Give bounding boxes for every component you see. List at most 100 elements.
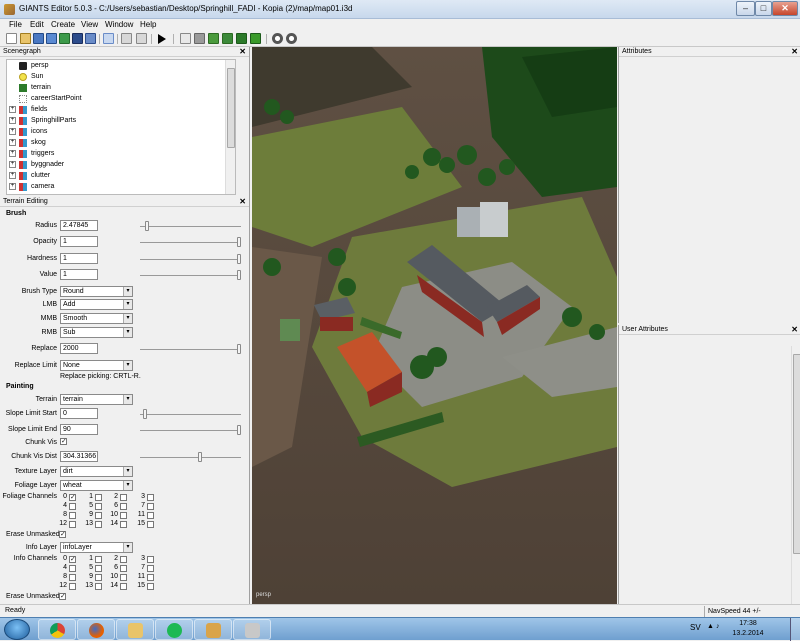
- user-attributes-scrollbar[interactable]: [791, 346, 800, 610]
- foliage-channel-4-checkbox[interactable]: [69, 503, 76, 510]
- floppy-icon[interactable]: [72, 33, 83, 44]
- foliage-channel-2-checkbox[interactable]: [120, 494, 127, 501]
- info-channel-13-checkbox[interactable]: [95, 583, 102, 590]
- expand-icon[interactable]: +: [9, 161, 16, 168]
- value-slider-handle[interactable]: [237, 270, 241, 280]
- menu-edit[interactable]: Edit: [30, 20, 44, 29]
- opacity-slider-handle[interactable]: [237, 237, 241, 247]
- slope-limit-end-input[interactable]: 90: [60, 424, 98, 435]
- hardness-slider-handle[interactable]: [237, 254, 241, 264]
- mmb-select[interactable]: Smooth ▾: [60, 313, 133, 324]
- info-channel-2-checkbox[interactable]: [120, 556, 127, 563]
- taskbar-giants-editor[interactable]: [233, 619, 271, 640]
- slope-limit-start-input[interactable]: 0: [60, 408, 98, 419]
- close-panel-icon[interactable]: ✕: [791, 47, 798, 57]
- brush-type-select[interactable]: Round ▾: [60, 286, 133, 297]
- save-icon[interactable]: [33, 33, 44, 44]
- opacity-input[interactable]: 1: [60, 236, 98, 247]
- expand-icon[interactable]: +: [9, 128, 16, 135]
- foliage-channel-11-checkbox[interactable]: [147, 512, 154, 519]
- menu-create[interactable]: Create: [51, 20, 75, 29]
- erase-unmasked-checkbox-2[interactable]: ✓: [59, 593, 66, 600]
- info-channel-8-checkbox[interactable]: [69, 574, 76, 581]
- foliage-channel-3-checkbox[interactable]: [147, 494, 154, 501]
- close-panel-icon[interactable]: ✕: [239, 197, 246, 207]
- foliage-channel-7-checkbox[interactable]: [147, 503, 154, 510]
- chunk-vis-dist-input[interactable]: 304.31366: [60, 451, 98, 462]
- hardness-input[interactable]: 1: [60, 253, 98, 264]
- foliage-layer-select[interactable]: wheat ▾: [60, 480, 133, 491]
- menu-help[interactable]: Help: [140, 20, 156, 29]
- foliage-channel-6-checkbox[interactable]: [120, 503, 127, 510]
- export-icon[interactable]: [85, 33, 96, 44]
- terrain-paint-icon[interactable]: [222, 33, 233, 44]
- save-as-icon[interactable]: [46, 33, 57, 44]
- new-file-icon[interactable]: [6, 33, 17, 44]
- scenegraph-scrollbar[interactable]: [225, 60, 235, 194]
- replace-slider-handle[interactable]: [237, 344, 241, 354]
- replace-input[interactable]: 2000: [60, 343, 98, 354]
- erase-unmasked-checkbox[interactable]: ✓: [59, 531, 66, 538]
- slope-limit-end-handle[interactable]: [237, 425, 241, 435]
- radius-slider[interactable]: [140, 226, 241, 227]
- info-channel-3-checkbox[interactable]: [147, 556, 154, 563]
- info-channel-10-checkbox[interactable]: [120, 574, 127, 581]
- foliage-channel-12-checkbox[interactable]: [69, 521, 76, 528]
- gear-icon[interactable]: [272, 33, 283, 44]
- menu-view[interactable]: View: [81, 20, 98, 29]
- foliage-channel-13-checkbox[interactable]: [95, 521, 102, 528]
- expand-icon[interactable]: +: [9, 150, 16, 157]
- refresh-icon[interactable]: [59, 33, 70, 44]
- slope-limit-end-slider[interactable]: [140, 430, 241, 431]
- chunk-vis-dist-handle[interactable]: [198, 452, 203, 462]
- radius-slider-handle[interactable]: [144, 221, 149, 231]
- open-file-icon[interactable]: [20, 33, 31, 44]
- foliage-channel-1-checkbox[interactable]: [95, 494, 102, 501]
- info-channel-6-checkbox[interactable]: [120, 565, 127, 572]
- info-channel-15-checkbox[interactable]: [147, 583, 154, 590]
- rmb-select[interactable]: Sub ▾: [60, 327, 133, 338]
- info-channel-14-checkbox[interactable]: [120, 583, 127, 590]
- expand-icon[interactable]: +: [9, 106, 16, 113]
- start-button[interactable]: [4, 619, 30, 640]
- info-channel-0-checkbox[interactable]: ✓: [69, 556, 76, 563]
- info-channel-11-checkbox[interactable]: [147, 574, 154, 581]
- lmb-select[interactable]: Add ▾: [60, 299, 133, 310]
- taskbar-archive[interactable]: [194, 619, 232, 640]
- opacity-slider[interactable]: [140, 242, 241, 243]
- volume-icon[interactable]: ♪: [716, 623, 720, 630]
- value-slider[interactable]: [140, 275, 241, 276]
- foliage-channel-8-checkbox[interactable]: [69, 512, 76, 519]
- close-button[interactable]: ✕: [772, 1, 798, 16]
- expand-icon[interactable]: +: [9, 139, 16, 146]
- scenegraph-tree[interactable]: persp Sun terrain careerStartPoint + fie…: [6, 59, 236, 195]
- terrain-select[interactable]: terrain ▾: [60, 394, 133, 405]
- undo-icon[interactable]: [121, 33, 132, 44]
- grass-icon[interactable]: [250, 33, 261, 44]
- info-channel-1-checkbox[interactable]: [95, 556, 102, 563]
- foliage-icon[interactable]: [236, 33, 247, 44]
- menu-file[interactable]: File: [9, 20, 22, 29]
- foliage-channel-14-checkbox[interactable]: [120, 521, 127, 528]
- close-panel-icon[interactable]: ✕: [239, 47, 246, 57]
- taskbar-chrome[interactable]: [38, 619, 76, 640]
- info-layer-select[interactable]: infoLayer ▾: [60, 542, 133, 553]
- menu-window[interactable]: Window: [105, 20, 133, 29]
- move-icon[interactable]: [194, 33, 205, 44]
- taskbar-firefox[interactable]: [77, 619, 115, 640]
- info-channel-5-checkbox[interactable]: [95, 565, 102, 572]
- 3d-viewport[interactable]: persp: [252, 47, 617, 604]
- slope-limit-start-slider[interactable]: [140, 414, 241, 415]
- expand-icon[interactable]: +: [9, 183, 16, 190]
- scrollbar-thumb[interactable]: [793, 354, 800, 554]
- taskbar-spotify[interactable]: [155, 619, 193, 640]
- hardness-slider[interactable]: [140, 259, 241, 260]
- info-channel-12-checkbox[interactable]: [69, 583, 76, 590]
- replace-limit-select[interactable]: None ▾: [60, 360, 133, 371]
- slope-limit-start-handle[interactable]: [142, 409, 147, 419]
- value-input[interactable]: 1: [60, 269, 98, 280]
- info-channel-9-checkbox[interactable]: [95, 574, 102, 581]
- import-icon[interactable]: [103, 33, 114, 44]
- foliage-channel-0-checkbox[interactable]: ✓: [69, 494, 76, 501]
- redo-icon[interactable]: [136, 33, 147, 44]
